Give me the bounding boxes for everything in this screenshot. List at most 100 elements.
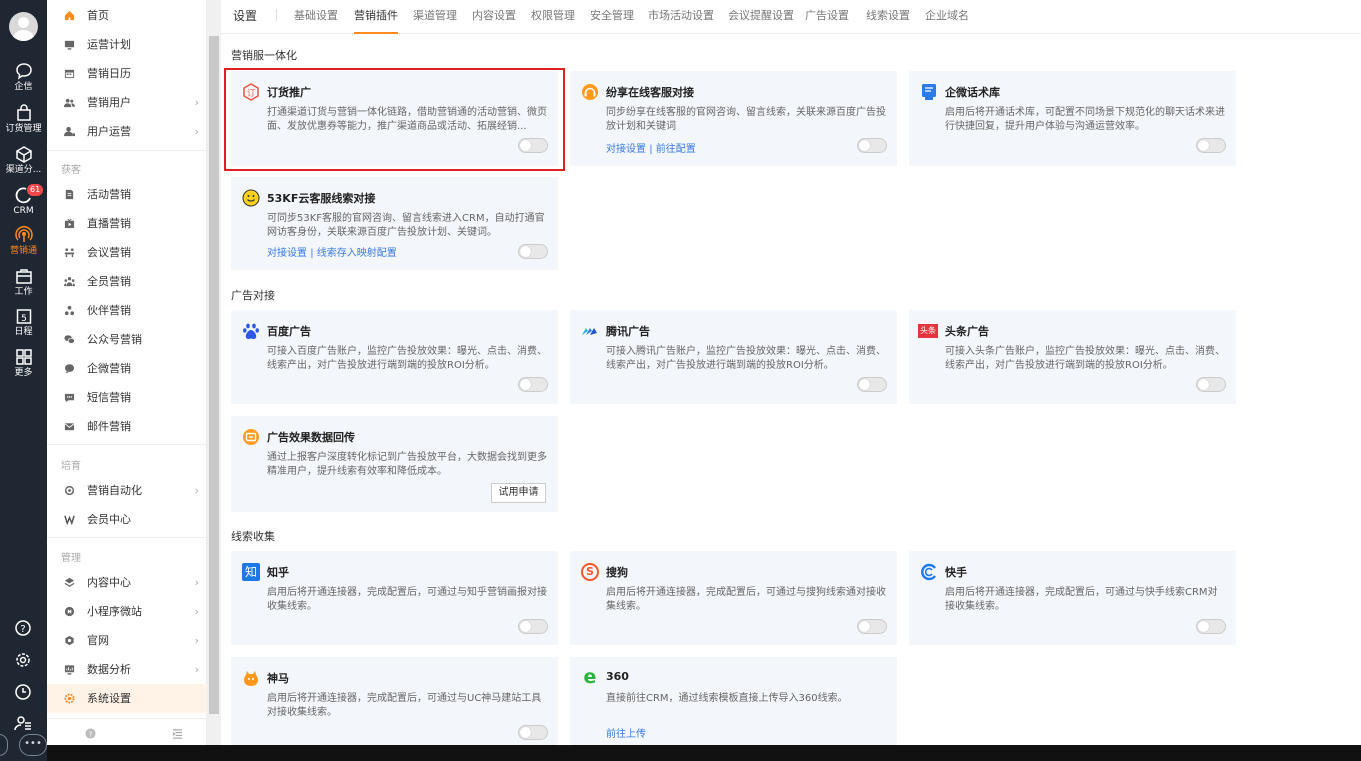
tab-channel[interactable]: 渠道管理 (413, 7, 457, 34)
grid-icon (15, 349, 32, 365)
tab-ad-settings[interactable]: 广告设置 (805, 7, 849, 34)
plugin-toggle[interactable] (518, 377, 548, 392)
help-icon[interactable]: ? (85, 728, 96, 739)
plugin-toggle[interactable] (518, 619, 548, 634)
sidebar-item-settings[interactable]: 系统设置 (47, 684, 207, 713)
card-title: 知乎 (267, 566, 289, 579)
sidebar-item-activity[interactable]: 活动营销 (47, 180, 207, 209)
rail-item-label: 营销通 (9, 246, 37, 256)
card-description: 可接入腾讯广告账户，监控广告投放效果：曝光、点击、消费、线索产出，对广告投放进行… (606, 346, 886, 371)
plugin-toggle[interactable] (518, 725, 548, 740)
sidebar-item-analytics[interactable]: 数据分析 › (47, 655, 207, 684)
sidebar-item-wecom[interactable]: 企微营销 (47, 354, 207, 383)
more-button[interactable]: ••• (19, 734, 47, 756)
card-description: 启用后将开通连接器，完成配置后，可通过与知乎营销画报对接收集线索。 (267, 587, 547, 612)
rail-item-marketing[interactable]: 营销通 (0, 226, 47, 256)
config-link[interactable]: 对接设置 (267, 248, 307, 259)
settings-tabs: 设置 基础设置 营销插件 渠道管理 内容设置 权限管理 安全管理 市场活动设置 … (221, 0, 1361, 34)
section-label-acquire: 获客 (61, 165, 81, 176)
goto-config-link[interactable]: 前往配置 (656, 144, 696, 155)
svg-text:?: ? (89, 729, 93, 738)
sidebar-item-wechat[interactable]: 公众号营销 (47, 325, 207, 354)
sidebar-item-label: 内容中心 (87, 576, 131, 589)
sidebar-item-users[interactable]: 营销用户 › (47, 88, 207, 117)
card-title: 神马 (267, 672, 289, 685)
plugin-toggle[interactable] (857, 138, 887, 153)
config-link[interactable]: 对接设置 (606, 144, 646, 155)
divider (47, 537, 207, 538)
live-icon (64, 218, 75, 229)
user-settings-icon[interactable] (14, 714, 32, 732)
sidebar-item-live[interactable]: 直播营销 (47, 209, 207, 238)
card-title: 搜狗 (606, 566, 628, 579)
help-icon[interactable]: ? (14, 619, 32, 637)
sidebar-item-home[interactable]: 首页 (47, 1, 207, 30)
sidebar-item-meeting[interactable]: 会议营销 (47, 238, 207, 267)
clock-icon[interactable] (14, 683, 32, 701)
rail-item-label: 工作 (14, 287, 33, 297)
tab-meeting-reminder[interactable]: 会议提醒设置 (728, 7, 794, 34)
rail-item-schedule[interactable]: 5 日程 (0, 307, 47, 337)
avatar[interactable] (9, 12, 38, 41)
tab-market-activity[interactable]: 市场活动设置 (648, 7, 714, 34)
tab-lead-settings[interactable]: 线索设置 (866, 7, 910, 34)
rail-item-more[interactable]: 更多 (0, 348, 47, 378)
divider (276, 9, 277, 21)
sidebar-item-miniapp[interactable]: 小程序微站 › (47, 597, 207, 626)
sidebar-item-mail[interactable]: 邮件营销 (47, 412, 207, 441)
sidebar-item-plan[interactable]: 运营计划 (47, 30, 207, 59)
gear-icon[interactable] (14, 651, 32, 669)
trial-apply-button[interactable]: 试用申请 (491, 483, 546, 503)
chevron-right-icon: › (194, 96, 199, 109)
meeting-icon (64, 248, 75, 258)
card-description: 可同步53KF客服的官网咨询、留言线索进入CRM，自动打通官网访客身份，关联来源… (267, 213, 545, 238)
sidebar-item-user-ops[interactable]: 用户运营 › (47, 117, 207, 146)
bag-icon (16, 104, 31, 121)
section-label-nurture: 培育 (61, 461, 81, 472)
plugin-toggle[interactable] (1196, 138, 1226, 153)
plan-icon (64, 40, 75, 50)
sidebar-item-partner[interactable]: 伙伴营销 (47, 296, 207, 325)
rail-item-qixin[interactable]: 企信 (0, 62, 47, 92)
tab-marketing-plugins[interactable]: 营销插件 (354, 7, 398, 34)
plugin-toggle[interactable] (857, 619, 887, 634)
sidebar-item-team[interactable]: 全员营销 (47, 267, 207, 296)
link-separator: | (649, 144, 653, 155)
sidebar-item-label: 活动营销 (87, 188, 131, 201)
website-icon (65, 635, 74, 646)
tab-security[interactable]: 安全管理 (590, 7, 634, 34)
sidebar-item-content[interactable]: 内容中心 › (47, 568, 207, 597)
automation-icon (64, 485, 75, 496)
rail-item-crm[interactable]: 61 CRM (0, 183, 47, 216)
tab-basic[interactable]: 基础设置 (294, 7, 338, 34)
sidebar-item-automation[interactable]: 营销自动化 › (47, 476, 207, 505)
tab-content[interactable]: 内容设置 (472, 7, 516, 34)
rail-edge-button[interactable] (0, 734, 8, 756)
mapping-config-link[interactable]: 线索存入映射配置 (317, 248, 397, 259)
calendar-icon: 5 (16, 309, 31, 324)
sidebar-item-label: 运营计划 (87, 38, 131, 51)
sidebar-item-member[interactable]: 会员中心 (47, 505, 207, 534)
rail-item-channel[interactable]: 渠道分... (0, 145, 47, 175)
sidebar-item-sms[interactable]: 短信营销 (47, 383, 207, 412)
rail-item-label: 更多 (14, 368, 33, 378)
sidebar-item-website[interactable]: 官网 › (47, 626, 207, 655)
tab-permission[interactable]: 权限管理 (531, 7, 575, 34)
briefcase-icon (15, 269, 32, 284)
settings-icon (64, 693, 75, 704)
rail-item-work[interactable]: 工作 (0, 267, 47, 297)
sidebar-scrollbar-thumb[interactable] (209, 36, 219, 714)
tab-domain[interactable]: 企业域名 (925, 7, 969, 34)
plugin-toggle[interactable] (518, 244, 548, 259)
card-description: 启用后将开通连接器，完成配置后，可通过与搜狗线索通对接收集线索。 (606, 587, 886, 612)
plugin-toggle[interactable] (1196, 377, 1226, 392)
plugin-toggle[interactable] (857, 377, 887, 392)
rail-item-order[interactable]: 订货管理 (0, 104, 47, 134)
sidebar-item-calendar[interactable]: 营销日历 (47, 59, 207, 88)
upload-link[interactable]: 前往上传 (606, 729, 646, 740)
plugin-card-tencent-ads: 腾讯广告 可接入腾讯广告账户，监控广告投放效果：曝光、点击、消费、线索产出，对广… (570, 310, 897, 404)
plugin-toggle[interactable] (1196, 619, 1226, 634)
section-title: 广告对接 (231, 289, 275, 302)
sidebar-item-label: 官网 (87, 634, 109, 647)
collapse-menu-icon[interactable] (172, 728, 183, 739)
